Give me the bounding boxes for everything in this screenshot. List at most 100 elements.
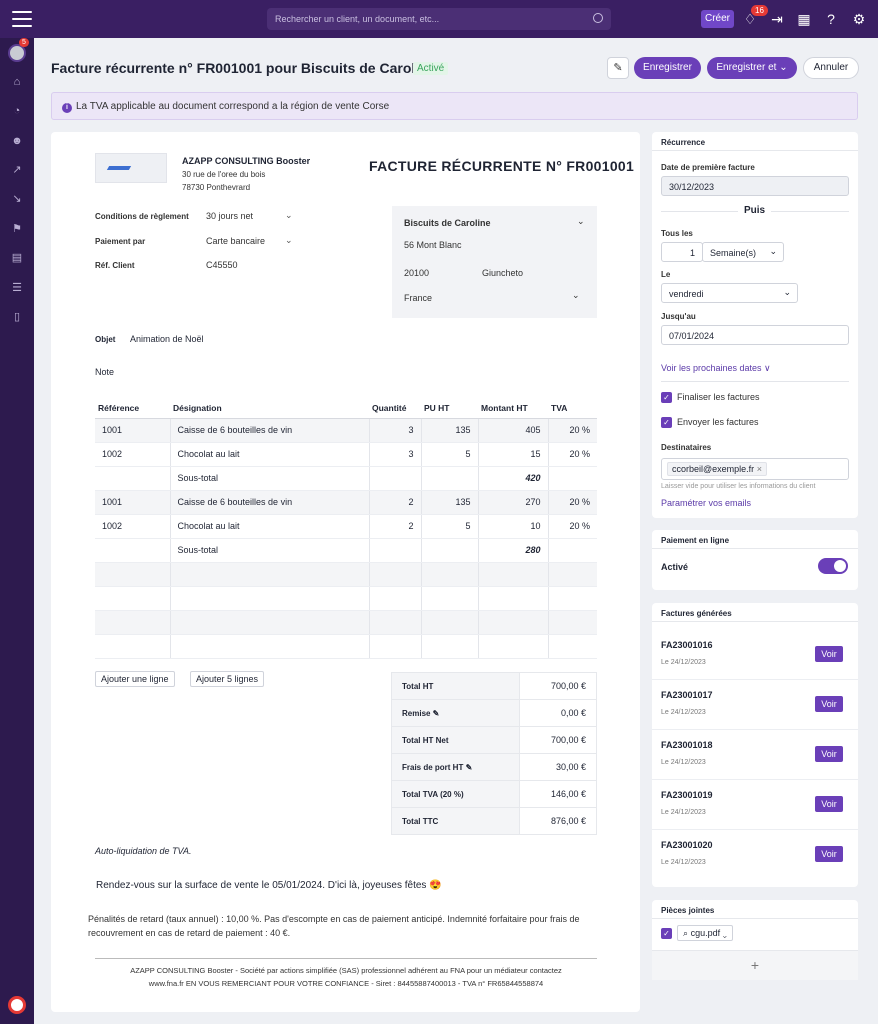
day-select[interactable]: vendredi ⌄ [661,283,798,303]
document-icon[interactable]: ▯ [10,310,24,324]
cell-tva[interactable]: 20 % [548,490,597,515]
sidebar [0,38,34,1024]
table-row[interactable]: 1002 Chocolat au lait 3 5 15 20 % [95,442,597,467]
save-button[interactable]: Enregistrer [634,57,701,79]
view-button[interactable]: Voir [815,846,843,862]
trend-down-icon[interactable]: ↘ [10,192,24,206]
cell-pu[interactable]: 5 [421,514,479,539]
logout-icon[interactable]: ⇥ [768,10,786,28]
empty-row[interactable] [95,562,597,587]
support-icon[interactable] [8,996,26,1014]
add-attachment-button[interactable]: + [652,950,858,980]
client-country[interactable]: France [404,293,432,303]
bank-icon[interactable]: ⚑ [10,222,24,236]
recipients-label: Destinataires [661,443,712,452]
list-icon[interactable]: ☰ [10,281,24,295]
cell-ref[interactable]: 1001 [95,490,171,515]
cell-designation[interactable]: Caisse de 6 bouteilles de vin [170,490,370,515]
client-name[interactable]: Biscuits de Caroline [404,218,491,228]
cell-pu[interactable]: 135 [421,418,479,443]
cell-tva[interactable]: 20 % [548,418,597,443]
note-field[interactable]: Note [95,367,114,377]
edit-icon[interactable]: ✎ [607,57,629,79]
cancel-button[interactable]: Annuler [803,57,859,79]
list-item: FA23001016 Le 24/12/2023 Voir [652,630,858,680]
attachment-file[interactable]: ⌕ cgu.pdf ⌄ [677,925,733,941]
empty-row[interactable] [95,586,597,611]
shipping-label[interactable]: Frais de port HT ✎ [391,753,520,781]
totals-row[interactable]: Remise ✎ 0,00 € [391,699,597,727]
cell-qty[interactable]: 3 [369,418,422,443]
attachment-checkbox[interactable]: ✓ [661,928,672,939]
first-date-input[interactable]: 30/12/2023 [661,176,849,196]
company-logo[interactable] [95,153,167,183]
dashboard-icon[interactable]: ◔ [10,104,24,118]
help-icon[interactable]: ? [822,10,840,28]
remove-icon[interactable]: × [757,464,762,474]
cell-tva[interactable]: 20 % [548,442,597,467]
cart-icon[interactable]: ▤ [10,251,24,265]
next-dates-link[interactable]: Voir les prochaines dates ∨ [661,363,771,374]
total-label: Total TVA (20 %) [391,780,520,808]
view-button[interactable]: Voir [815,796,843,812]
unit-select[interactable]: Semaine(s) ⌄ [702,242,784,262]
cell-ref[interactable]: 1001 [95,418,171,443]
empty-row[interactable] [95,610,597,635]
table-row[interactable]: 1001 Caisse de 6 bouteilles de vin 3 135… [95,418,597,443]
cell-qty[interactable]: 2 [369,490,422,515]
chevron-down-icon[interactable]: ⌄ [577,216,585,227]
cell-qty[interactable]: 2 [369,514,422,539]
search-icon[interactable] [593,13,603,23]
menu-icon[interactable] [12,11,32,27]
home-icon[interactable]: ⌂ [10,75,24,89]
cell-qty[interactable]: 3 [369,442,422,467]
every-input[interactable]: 1 [661,242,703,262]
footer-line1: AZAPP CONSULTING Booster - Société par a… [130,966,562,975]
conditions-select[interactable]: 30 jours net [206,211,253,221]
view-button[interactable]: Voir [815,696,843,712]
cell-pu[interactable]: 135 [421,490,479,515]
add-five-lines-button[interactable]: Ajouter 5 lignes [190,671,265,687]
chevron-down-icon[interactable]: ⌄ [285,235,293,246]
cell-pu[interactable]: 5 [421,442,479,467]
search-input[interactable]: Rechercher un client, un document, etc..… [267,8,611,30]
recipients-input[interactable]: ccorbeil@exemple.fr × [661,458,849,480]
view-button[interactable]: Voir [815,646,843,662]
add-line-button[interactable]: Ajouter une ligne [95,671,175,687]
client-zip[interactable]: 20100 [404,268,429,278]
object-input[interactable]: Animation de Noël [130,334,204,344]
empty-row[interactable] [95,634,597,659]
client-city[interactable]: Giuncheto [482,268,523,278]
trend-up-icon[interactable]: ↗ [10,163,24,177]
payment-select[interactable]: Carte bancaire [206,236,265,246]
until-input[interactable]: 07/01/2024 [661,325,849,345]
table-row[interactable]: 1002 Chocolat au lait 2 5 10 20 % [95,514,597,539]
finalize-label: Finaliser les factures [677,392,760,402]
online-payment-toggle[interactable] [818,558,848,574]
totals-row[interactable]: Frais de port HT ✎ 30,00 € [391,753,597,781]
email-settings-link[interactable]: Paramétrer vos emails [661,498,751,508]
send-checkbox[interactable]: ✓ [661,417,672,428]
cell-ref[interactable]: 1002 [95,442,171,467]
grid-icon[interactable]: ▦ [795,10,813,28]
client-block[interactable]: Biscuits de Caroline ⌄ 56 Mont Blanc 201… [392,206,597,318]
table-row[interactable]: 1001 Caisse de 6 bouteilles de vin 2 135… [95,490,597,515]
create-button[interactable]: Créer [701,10,734,28]
save-and-button[interactable]: Enregistrer et ⌄ [707,57,797,79]
client-street[interactable]: 56 Mont Blanc [404,240,462,250]
gear-icon[interactable]: ⚙ [850,10,868,28]
cell-designation[interactable]: Chocolat au lait [170,514,370,539]
view-button[interactable]: Voir [815,746,843,762]
rdv-text[interactable]: Rendez-vous sur la surface de vente le 0… [96,880,442,891]
cell-ref[interactable]: 1002 [95,514,171,539]
discount-label[interactable]: Remise ✎ [391,699,520,727]
chevron-down-icon[interactable]: ⌄ [285,210,293,221]
user-icon[interactable]: ☻ [10,134,24,148]
cell-designation[interactable]: Chocolat au lait [170,442,370,467]
chevron-down-icon[interactable]: ⌄ [572,290,580,301]
cell-designation[interactable]: Caisse de 6 bouteilles de vin [170,418,370,443]
finalize-checkbox[interactable]: ✓ [661,392,672,403]
cell-tva[interactable]: 20 % [548,514,597,539]
recipient-chip[interactable]: ccorbeil@exemple.fr × [667,462,767,476]
client-ref-value[interactable]: C45550 [206,260,238,270]
